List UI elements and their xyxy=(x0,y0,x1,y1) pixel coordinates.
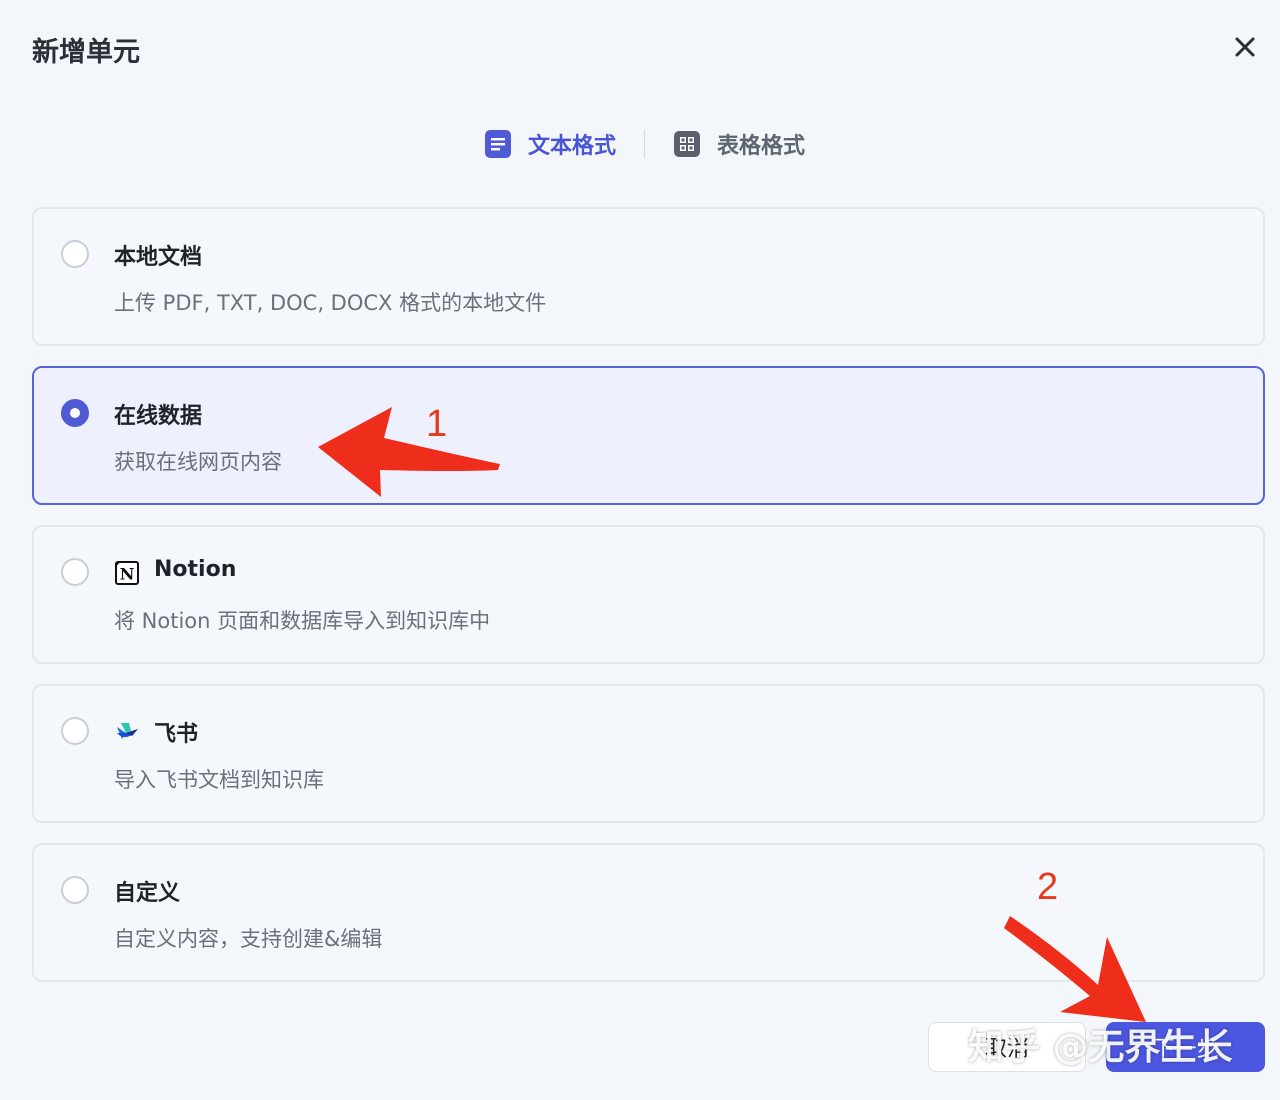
watermark: 知乎 @无界生长 xyxy=(968,1027,1233,1068)
annotation-number: 1 xyxy=(426,403,448,445)
annotation-number: 2 xyxy=(1037,866,1059,908)
annotation-arrow-2 xyxy=(1004,916,1146,1022)
